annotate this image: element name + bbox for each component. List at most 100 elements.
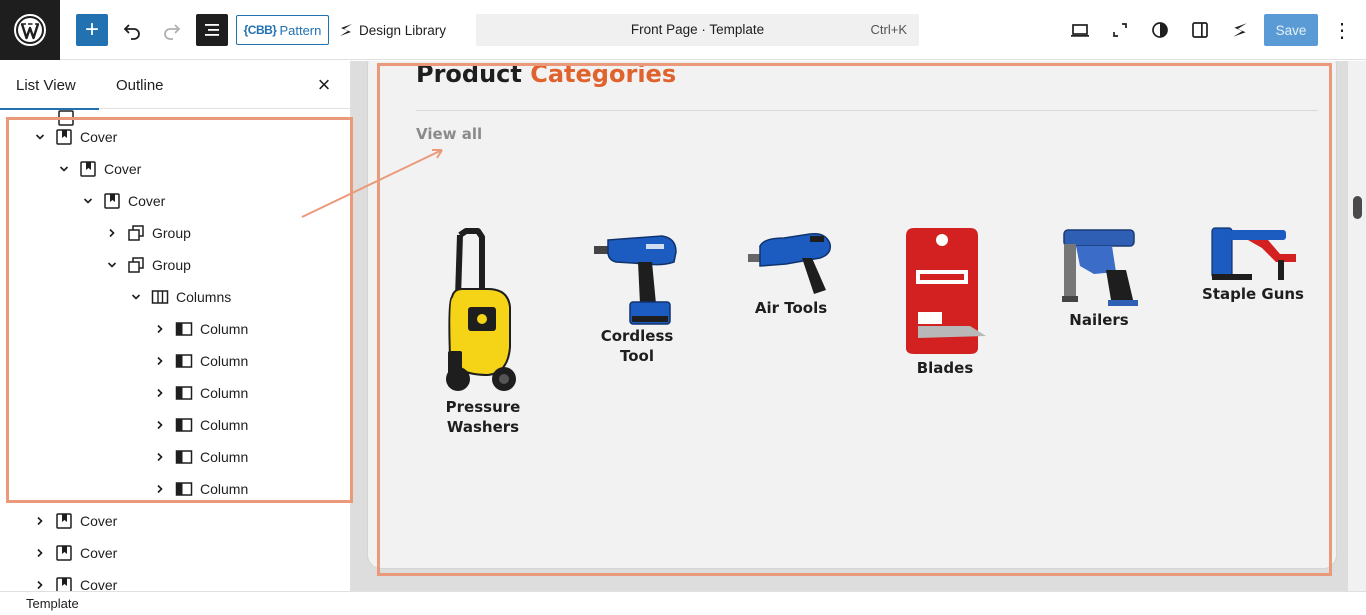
breadcrumb[interactable]: Template bbox=[26, 596, 79, 611]
cbb-pattern-button[interactable]: {CBB} Pattern bbox=[236, 15, 329, 45]
chevron-right-icon[interactable] bbox=[148, 317, 172, 341]
chevron-right-icon[interactable] bbox=[100, 221, 124, 245]
spectra-button[interactable] bbox=[1226, 14, 1254, 46]
chevron-right-icon[interactable] bbox=[148, 477, 172, 501]
chevron-down-icon[interactable] bbox=[100, 253, 124, 277]
scrollbar-thumb[interactable] bbox=[1353, 196, 1362, 219]
columns-icon bbox=[148, 285, 172, 309]
wordpress-logo-button[interactable] bbox=[0, 0, 60, 60]
tree-row-label: Cover bbox=[128, 193, 166, 209]
command-shortcut: Ctrl+K bbox=[870, 22, 907, 37]
category-nailers[interactable]: Nailers bbox=[1032, 226, 1166, 330]
cover-icon bbox=[76, 157, 100, 181]
category-label: Nailers bbox=[1069, 311, 1129, 329]
category-air-tools[interactable]: Air Tools bbox=[724, 224, 858, 318]
editor-footer: Template bbox=[0, 591, 1366, 615]
tree-row-column[interactable]: Column bbox=[148, 313, 248, 345]
page-title: Product Categories bbox=[416, 61, 676, 88]
undo-button[interactable] bbox=[118, 14, 146, 46]
styles-button[interactable] bbox=[1146, 14, 1174, 46]
category-cordless-tool[interactable]: Cordless Tool bbox=[570, 224, 704, 366]
column-icon bbox=[172, 413, 196, 437]
sidebar-icon bbox=[1192, 22, 1208, 38]
tree-row-column[interactable]: Column bbox=[148, 377, 248, 409]
command-palette-bar[interactable]: Front Page · Template Ctrl+K bbox=[476, 14, 919, 46]
chevron-right-icon[interactable] bbox=[148, 445, 172, 469]
chevron-right-icon[interactable] bbox=[28, 509, 52, 533]
cover-icon bbox=[100, 189, 124, 213]
tab-list-view[interactable]: List View bbox=[0, 61, 99, 110]
group-icon bbox=[124, 253, 148, 277]
staple-gun-icon bbox=[1211, 227, 1296, 280]
chevron-down-icon[interactable] bbox=[124, 285, 148, 309]
list-view-sidebar: List View Outline × Cover Cover Cover Group… bbox=[0, 61, 351, 591]
tree-row-cover[interactable]: Cover bbox=[76, 185, 165, 217]
undo-icon bbox=[123, 24, 140, 40]
close-icon[interactable]: × bbox=[314, 74, 334, 96]
air-tool-icon bbox=[748, 232, 832, 294]
chevron-down-icon[interactable] bbox=[28, 125, 52, 149]
tree-row-cover[interactable]: Cover bbox=[28, 121, 117, 153]
tree-row-label: Cover bbox=[80, 129, 118, 145]
tree-row-label: Column bbox=[200, 321, 249, 337]
add-block-button[interactable]: + bbox=[76, 14, 108, 46]
redo-icon bbox=[164, 24, 181, 40]
tree-row-label: Cover bbox=[80, 577, 118, 591]
document-title: Front Page · Template bbox=[630, 22, 765, 37]
tree-row-columns[interactable]: Columns bbox=[124, 281, 231, 313]
options-menu-button[interactable]: ⋮ bbox=[1330, 14, 1354, 46]
tree-row-column[interactable]: Column bbox=[148, 345, 248, 377]
design-library-button[interactable]: Design Library bbox=[338, 15, 446, 45]
tree-row-label: Column bbox=[200, 417, 249, 433]
tree-row-label: Cover bbox=[80, 545, 118, 561]
pressure-washer-icon bbox=[446, 228, 516, 391]
chevron-down-icon[interactable] bbox=[76, 189, 100, 213]
title-main: Product bbox=[416, 61, 522, 88]
tab-outline[interactable]: Outline bbox=[116, 61, 164, 109]
tree-row-group[interactable]: Group bbox=[100, 249, 191, 281]
category-label: Blades bbox=[916, 359, 974, 377]
tree-row-cover[interactable]: Cover bbox=[52, 153, 141, 185]
tree-row-label: Cover bbox=[104, 161, 142, 177]
chevron-down-icon[interactable] bbox=[52, 157, 76, 181]
wordpress-icon bbox=[14, 14, 46, 46]
category-blades[interactable]: Blades bbox=[878, 226, 1012, 378]
tree-row-cover[interactable]: Cover bbox=[28, 505, 117, 537]
tree-row-group[interactable]: Group bbox=[100, 217, 191, 249]
column-icon bbox=[172, 317, 196, 341]
canvas-scrollbar[interactable] bbox=[1348, 61, 1366, 591]
tree-row-cover[interactable]: Cover bbox=[28, 537, 117, 569]
tree-row-cover[interactable]: Cover bbox=[28, 569, 117, 591]
group-icon bbox=[124, 221, 148, 245]
view-all-link[interactable]: View all bbox=[416, 125, 482, 143]
plus-icon: + bbox=[84, 16, 99, 43]
category-pressure-washers[interactable]: Pressure Washers bbox=[416, 227, 550, 437]
fullscreen-button[interactable] bbox=[1106, 14, 1134, 46]
tree-row-label: Cover bbox=[80, 513, 118, 529]
preview-device-button[interactable] bbox=[1066, 14, 1094, 46]
cordless-drill-icon bbox=[594, 235, 677, 325]
cover-icon bbox=[52, 541, 76, 565]
tree-row-label: Columns bbox=[176, 289, 232, 305]
title-accent: Categories bbox=[530, 61, 677, 88]
chevron-right-icon[interactable] bbox=[148, 349, 172, 373]
chevron-right-icon[interactable] bbox=[148, 413, 172, 437]
chevron-right-icon[interactable] bbox=[28, 573, 52, 591]
document-overview-button[interactable] bbox=[196, 14, 228, 46]
category-label: Air Tools bbox=[754, 299, 828, 317]
expand-icon bbox=[1113, 23, 1127, 37]
chevron-right-icon[interactable] bbox=[28, 541, 52, 565]
tree-row-column[interactable]: Column bbox=[148, 409, 248, 441]
settings-sidebar-button[interactable] bbox=[1186, 14, 1214, 46]
save-button[interactable]: Save bbox=[1264, 14, 1318, 46]
category-label: Pressure bbox=[445, 398, 521, 416]
redo-button[interactable] bbox=[158, 14, 186, 46]
tree-row-column[interactable]: Column bbox=[148, 441, 248, 473]
column-icon bbox=[172, 477, 196, 501]
category-staple-guns[interactable]: Staple Guns bbox=[1186, 224, 1320, 304]
spectra-icon bbox=[1233, 23, 1247, 37]
tree-row-column[interactable]: Column bbox=[148, 473, 248, 505]
sidebar-tabs: List View Outline × bbox=[0, 61, 350, 110]
column-icon bbox=[172, 445, 196, 469]
chevron-right-icon[interactable] bbox=[148, 381, 172, 405]
